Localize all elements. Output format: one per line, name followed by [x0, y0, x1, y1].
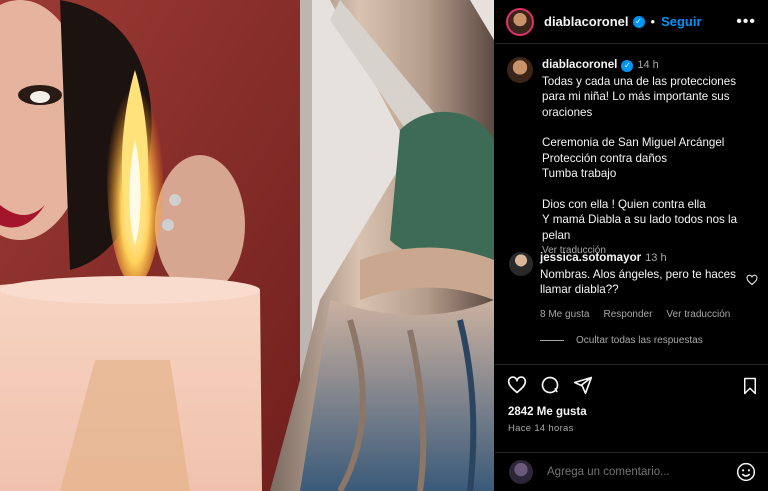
bookmark-icon — [744, 377, 756, 395]
verified-icon: ✓ — [621, 59, 634, 72]
bookmark-button[interactable] — [742, 377, 758, 395]
commenter-username[interactable]: jessica.sotomayor — [540, 251, 641, 264]
reply-button[interactable]: Responder — [603, 309, 652, 320]
current-user-avatar — [509, 460, 533, 484]
commenter-avatar[interactable] — [509, 252, 533, 276]
post-image[interactable] — [0, 0, 494, 491]
hide-replies-button[interactable]: Ocultar todas las respuestas — [540, 335, 762, 346]
comment-text: Nombras. Alos ángeles, pero te haces lla… — [540, 267, 736, 297]
action-bar: 2842 Me gusta Hace 14 horas — [495, 364, 768, 454]
post-panel: diablacoronel ✓ • Seguir ••• diablacoron… — [495, 0, 768, 491]
share-icon[interactable] — [573, 375, 593, 395]
hide-replies-label: Ocultar todas las respuestas — [576, 334, 703, 346]
partial-reply-row — [540, 358, 670, 363]
author-username[interactable]: diablacoronel — [544, 14, 629, 29]
more-icon[interactable]: ••• — [736, 13, 756, 31]
add-comment-bar — [495, 452, 768, 491]
heart-icon[interactable] — [507, 375, 527, 395]
separator-dot: • — [650, 14, 656, 29]
verified-icon: ✓ — [632, 15, 645, 28]
caption-time[interactable]: 14 h — [637, 59, 658, 71]
caption-line: Y mamá Diabla a su lado todos nos la pel… — [542, 213, 738, 242]
author-avatar[interactable] — [506, 7, 534, 36]
comment-input[interactable] — [547, 466, 727, 478]
comment-time[interactable]: 13 h — [645, 252, 666, 264]
follow-button[interactable]: Seguir — [661, 14, 701, 29]
caption-text: Todas y cada una de las protecciones par… — [542, 74, 736, 119]
like-count[interactable]: 2842 Me gusta — [508, 406, 587, 418]
comments-area[interactable]: diablacoronel ✓ 14 h Todas y cada una de l… — [495, 45, 768, 363]
post-time[interactable]: Hace 14 horas — [508, 423, 574, 434]
emoji-icon[interactable] — [736, 462, 756, 482]
comment-see-translation[interactable]: Ver traducción — [666, 309, 730, 320]
comment-item: jessica.sotomayor 13 h Nombras. Alos ánge… — [507, 250, 762, 346]
caption-avatar[interactable] — [507, 57, 533, 83]
post-photo — [0, 0, 494, 491]
caption-line: Tumba trabajo — [542, 167, 617, 180]
caption: diablacoronel ✓ 14 h Todas y cada una de l… — [507, 57, 762, 259]
caption-line: Dios con ella ! Quien contra ella — [542, 197, 706, 211]
caption-username[interactable]: diablacoronel — [542, 58, 617, 71]
divider-line — [540, 339, 564, 341]
caption-line: Protección contra daños — [542, 151, 668, 165]
comment-like-icon[interactable] — [746, 274, 758, 286]
comment-likes[interactable]: 8 Me gusta — [540, 309, 589, 320]
post-header: diablacoronel ✓ • Seguir ••• — [495, 0, 768, 44]
caption-line: Ceremonia de San Miguel Arcángel — [542, 136, 725, 149]
comment-icon[interactable] — [540, 375, 560, 395]
